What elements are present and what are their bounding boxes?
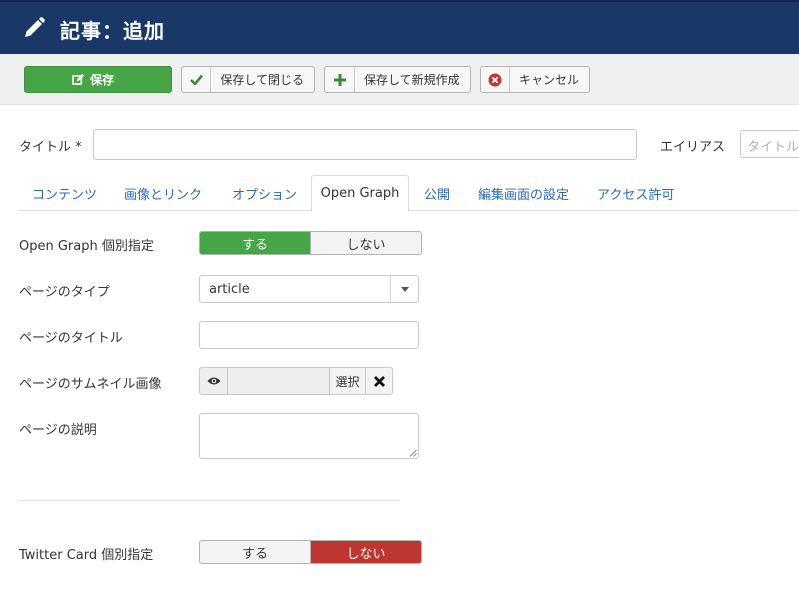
og-description-textarea[interactable] bbox=[199, 413, 419, 459]
og-individual-toggle: する しない bbox=[199, 231, 422, 255]
tab-content[interactable]: コンテンツ bbox=[32, 175, 97, 211]
og-individual-no[interactable]: しない bbox=[310, 232, 421, 254]
close-icon[interactable] bbox=[365, 368, 392, 394]
tab-options[interactable]: オプション bbox=[232, 175, 297, 211]
plus-icon bbox=[325, 67, 355, 92]
edit-icon bbox=[72, 73, 85, 85]
save-button-label: 保存 bbox=[89, 73, 114, 87]
alias-input[interactable]: タイトル bbox=[740, 130, 799, 158]
og-thumbnail-field: 選択 bbox=[199, 367, 393, 395]
save-and-close-label: 保存して閉じる bbox=[220, 73, 304, 87]
og-title-label: ページのタイトル bbox=[19, 331, 123, 346]
title-label: タイトル * bbox=[19, 140, 82, 155]
page-title: 記事：追加 bbox=[60, 19, 165, 43]
twitter-individual-toggle: する しない bbox=[199, 540, 422, 564]
save-button[interactable]: 保存 bbox=[24, 66, 172, 93]
save-and-close-button[interactable]: 保存して閉じる bbox=[181, 66, 315, 93]
section-divider bbox=[18, 500, 400, 501]
og-individual-yes[interactable]: する bbox=[200, 232, 310, 254]
og-thumbnail-label: ページのサムネイル画像 bbox=[19, 377, 162, 392]
tab-publishing[interactable]: 公開 bbox=[424, 175, 450, 211]
og-description-label: ページの説明 bbox=[19, 423, 97, 438]
tab-permissions[interactable]: アクセス許可 bbox=[597, 175, 674, 211]
og-type-label: ページのタイプ bbox=[19, 285, 110, 300]
title-input[interactable] bbox=[93, 129, 637, 160]
page-header: 記事：追加 bbox=[0, 0, 799, 54]
cancel-icon bbox=[481, 67, 510, 92]
tab-editor-settings[interactable]: 編集画面の設定 bbox=[478, 175, 569, 211]
toolbar: 保存 保存して閉じる 保存して新規作成 キャンセル bbox=[0, 54, 799, 105]
tab-open-graph[interactable]: Open Graph bbox=[311, 175, 409, 212]
og-title-input[interactable] bbox=[199, 321, 419, 349]
og-type-value: article bbox=[209, 282, 250, 297]
check-icon bbox=[182, 67, 212, 92]
og-thumbnail-path bbox=[228, 368, 329, 394]
cancel-button[interactable]: キャンセル bbox=[480, 66, 590, 93]
og-type-select[interactable]: article bbox=[199, 275, 419, 303]
cancel-label: キャンセル bbox=[518, 73, 579, 87]
og-individual-label: Open Graph 個別指定 bbox=[19, 239, 154, 254]
tab-images-links[interactable]: 画像とリンク bbox=[124, 175, 202, 211]
chevron-down-icon[interactable] bbox=[390, 276, 418, 302]
twitter-individual-label: Twitter Card 個別指定 bbox=[19, 548, 154, 563]
og-thumbnail-select-button[interactable]: 選択 bbox=[329, 368, 365, 394]
save-and-new-label: 保存して新規作成 bbox=[364, 73, 460, 87]
alias-label: エイリアス bbox=[660, 140, 726, 155]
save-and-new-button[interactable]: 保存して新規作成 bbox=[324, 66, 471, 93]
eye-icon[interactable] bbox=[200, 368, 228, 394]
editor-tabs: コンテンツ 画像とリンク オプション Open Graph 公開 編集画面の設定… bbox=[18, 175, 799, 212]
resize-grip-icon[interactable] bbox=[409, 449, 417, 457]
pencil-icon bbox=[25, 17, 45, 37]
twitter-individual-yes[interactable]: する bbox=[200, 541, 310, 563]
twitter-individual-no[interactable]: しない bbox=[310, 541, 421, 563]
